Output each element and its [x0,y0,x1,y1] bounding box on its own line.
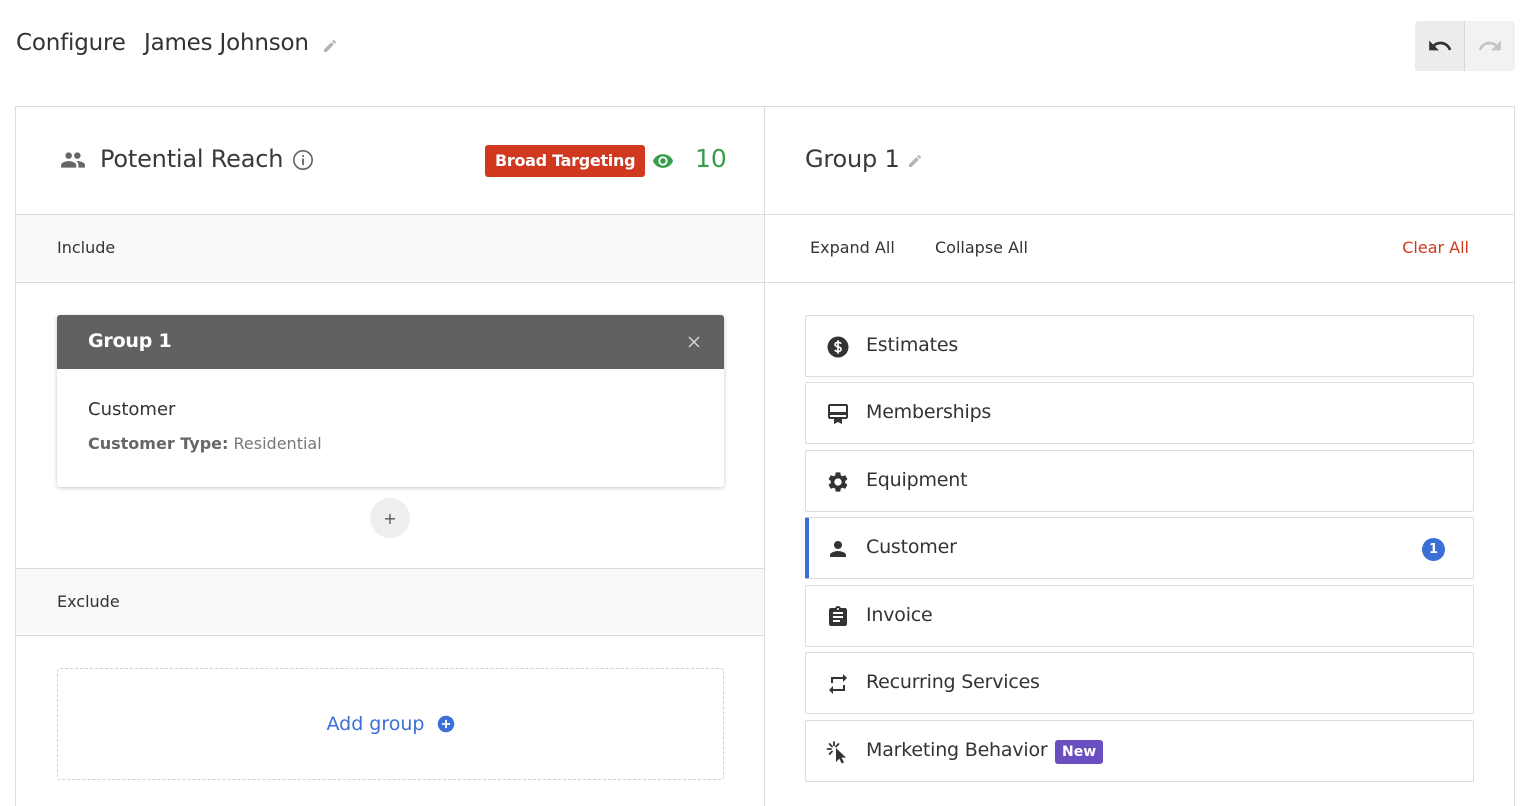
exclude-label: Exclude [57,592,120,611]
undo-icon [1428,40,1451,51]
redo-button[interactable] [1465,21,1515,71]
category-marketing-behavior[interactable]: Marketing Behavior New [805,720,1474,782]
category-customer[interactable]: Customer 1 [805,517,1474,579]
criterion-name: Customer [88,399,176,420]
info-icon[interactable] [292,149,314,171]
right-panel: Group 1 Expand All Collapse All Clear Al… [765,107,1514,806]
close-icon[interactable] [684,332,704,352]
group-card-title: Group 1 [88,330,172,352]
category-label: Marketing Behavior [866,739,1048,761]
reach-count: 10 [695,144,727,173]
clear-all-button[interactable]: Clear All [1402,238,1469,257]
plus-circle-icon [437,715,454,733]
clipboard-icon [829,606,847,626]
add-group-label: Add group [326,713,425,735]
add-include-group-button[interactable]: + [370,498,410,538]
history-controls [1415,21,1515,71]
repeat-icon [829,674,847,694]
audience-name: James Johnson [144,30,309,56]
person-icon [830,541,846,557]
membership-card-icon [828,404,848,424]
category-toolbar: Expand All Collapse All Clear All [765,215,1514,283]
include-group-card[interactable]: Group 1 Customer Customer Type: Resident… [57,315,724,487]
audience-builder: Potential Reach Broad Targeting 10 Inclu… [15,106,1515,806]
configure-label: Configure [16,30,126,56]
criterion-detail-key: Customer Type: [88,434,229,453]
category-label: Estimates [866,334,959,356]
collapse-all-button[interactable]: Collapse All [935,238,1028,257]
category-label: Equipment [866,469,968,491]
click-cursor-icon [826,741,846,764]
new-badge: New [1055,740,1104,764]
category-invoice[interactable]: Invoice [805,585,1474,647]
group-editor-title: Group 1 [805,145,900,173]
dollar-circle-icon [827,336,849,358]
undo-button[interactable] [1415,21,1465,71]
include-section-bar: Include [16,215,764,283]
criterion-detail-value: Residential [233,434,322,453]
category-label: Memberships [866,401,992,423]
people-icon [61,152,85,168]
exclude-section-bar: Exclude [16,568,764,636]
group-card-header: Group 1 [57,315,724,369]
edit-name-pencil-icon[interactable] [322,38,338,54]
broad-targeting-badge: Broad Targeting [485,145,646,177]
redo-icon [1478,40,1501,51]
edit-group-pencil-icon[interactable] [907,153,923,169]
expand-all-button[interactable]: Expand All [810,238,895,257]
potential-reach-header: Potential Reach Broad Targeting 10 [16,107,764,215]
category-equipment[interactable]: Equipment [805,450,1474,512]
top-bar: Configure James Johnson [0,0,1529,92]
left-panel: Potential Reach Broad Targeting 10 Inclu… [16,107,765,806]
category-label: Recurring Services [866,671,1040,693]
eye-icon [652,154,674,168]
criterion-detail: Customer Type: Residential [88,434,322,453]
category-estimates[interactable]: Estimates [805,315,1474,377]
group-editor-header: Group 1 [765,107,1514,215]
category-memberships[interactable]: Memberships [805,382,1474,444]
add-exclude-group-button[interactable]: Add group [57,668,724,780]
potential-reach-title: Potential Reach [100,145,284,173]
selected-count-badge: 1 [1422,538,1445,561]
category-label: Invoice [866,604,933,626]
category-recurring-services[interactable]: Recurring Services [805,652,1474,714]
gear-icon [828,472,848,492]
category-label: Customer [866,536,957,558]
include-label: Include [57,238,116,257]
